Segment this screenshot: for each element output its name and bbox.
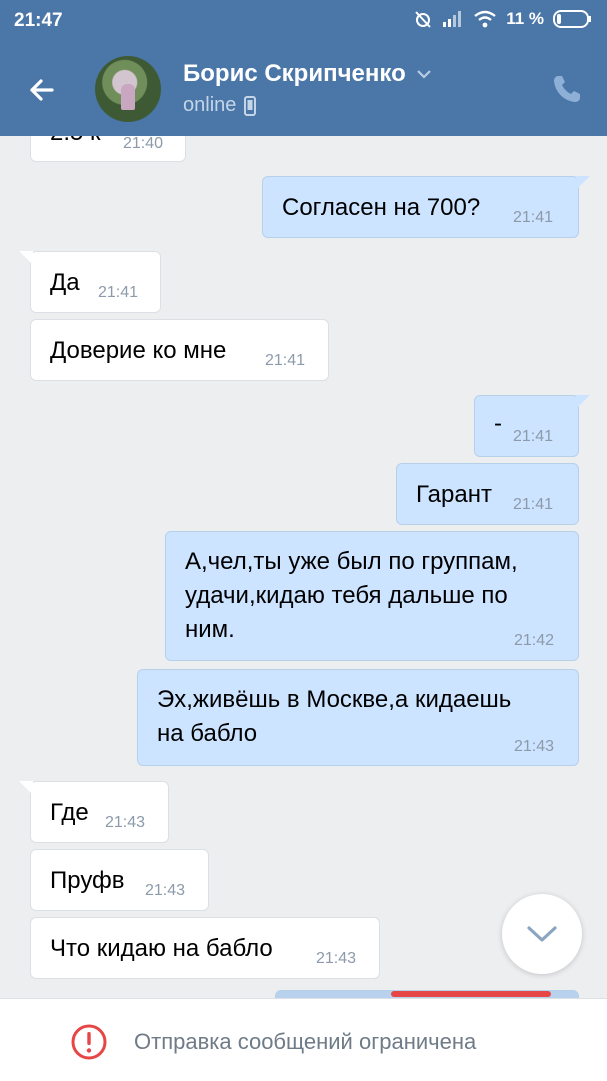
bubble-tail xyxy=(576,176,590,190)
message-incoming[interactable]: Что кидаю на бабло 21:43 xyxy=(30,917,380,979)
contact-name: Борис Скрипченко xyxy=(183,60,406,87)
battery-icon xyxy=(553,10,591,28)
message-text: Гарант xyxy=(416,481,492,508)
message-time: 21:40 xyxy=(123,136,164,152)
message-text: Согласен на 700? xyxy=(282,194,481,221)
wifi-icon xyxy=(474,10,496,28)
call-icon[interactable] xyxy=(550,72,584,106)
message-text: Доверие ко мне xyxy=(50,337,227,364)
status-time: 21:47 xyxy=(14,10,63,31)
message-incoming[interactable]: Пруфв 21:43 xyxy=(30,849,209,911)
message-time: 21:43 xyxy=(105,814,146,831)
alarm-off-icon xyxy=(415,11,431,28)
bubble-tail xyxy=(19,781,33,795)
message-text-line: ним. xyxy=(185,616,235,643)
scroll-down-button[interactable] xyxy=(502,894,582,974)
message-text: Да xyxy=(50,269,80,296)
message-text-line: на бабло xyxy=(157,720,258,747)
composer-area: Отправка сообщений ограничена xyxy=(0,998,607,1081)
message-time: 21:41 xyxy=(265,352,306,369)
avatar[interactable] xyxy=(95,56,161,122)
contact-status: online xyxy=(183,94,257,117)
message-text-line: А,чел,ты уже был по группам, xyxy=(185,548,518,575)
restriction-notice: Отправка сообщений ограничена xyxy=(70,1023,476,1061)
message-time: 21:41 xyxy=(513,209,554,226)
chevron-down-icon xyxy=(416,70,431,79)
bubble-tail xyxy=(576,395,590,409)
phone-device-icon xyxy=(244,95,257,116)
status-icons: 11 % xyxy=(413,9,593,29)
status-bar: 21:47 11 % xyxy=(0,0,607,44)
warning-icon xyxy=(71,1024,107,1060)
message-time: 21:43 xyxy=(316,950,357,967)
message-text: - xyxy=(494,410,502,437)
message-incoming[interactable]: 2.5 к 21:40 xyxy=(30,136,186,162)
message-time: 21:43 xyxy=(145,882,186,899)
message-time: 21:43 xyxy=(514,738,555,755)
back-arrow-icon[interactable] xyxy=(22,70,62,110)
message-time: 21:41 xyxy=(98,284,139,301)
message-text-line: Эх,живёшь в Москве,а кидаешь xyxy=(157,686,512,713)
message-outgoing[interactable]: Эх,живёшь в Москве,а кидаешь на бабло 21… xyxy=(137,669,579,766)
online-status: online xyxy=(183,94,237,116)
message-outgoing[interactable]: А,чел,ты уже был по группам, удачи,кидаю… xyxy=(165,531,579,661)
message-text: Где xyxy=(50,799,89,826)
bubble-tail xyxy=(19,251,33,265)
restriction-text: Отправка сообщений ограничена xyxy=(134,1029,477,1054)
message-incoming[interactable]: Доверие ко мне 21:41 xyxy=(30,319,329,381)
contact-name-row[interactable]: Борис Скрипченко xyxy=(183,60,432,88)
chat-header: Борис Скрипченко online xyxy=(0,44,607,136)
message-incoming[interactable]: Да 21:41 xyxy=(19,251,161,313)
message-incoming[interactable]: Где 21:43 xyxy=(19,781,169,843)
message-text: Пруфв xyxy=(50,867,125,894)
message-media-preview xyxy=(391,991,551,997)
battery-percent: 11 % xyxy=(506,9,544,28)
signal-icon xyxy=(443,11,462,27)
message-text: Что кидаю на бабло xyxy=(50,935,273,962)
message-time: 21:41 xyxy=(513,428,554,445)
message-outgoing[interactable] xyxy=(275,990,579,998)
message-outgoing[interactable]: Гарант 21:41 xyxy=(396,463,579,525)
message-time: 21:41 xyxy=(513,496,554,513)
message-outgoing[interactable]: - 21:41 xyxy=(474,395,590,457)
message-text: 2.5 к xyxy=(50,136,101,149)
message-list[interactable]: 2.5 к 21:40 Согласен на 700? 21:41 Да 21… xyxy=(0,136,607,998)
scroll-down-icon xyxy=(527,926,557,942)
message-text-line: удачи,кидаю тебя дальше по xyxy=(185,582,508,609)
message-outgoing[interactable]: Согласен на 700? 21:41 xyxy=(262,176,590,238)
message-time: 21:42 xyxy=(514,632,555,649)
